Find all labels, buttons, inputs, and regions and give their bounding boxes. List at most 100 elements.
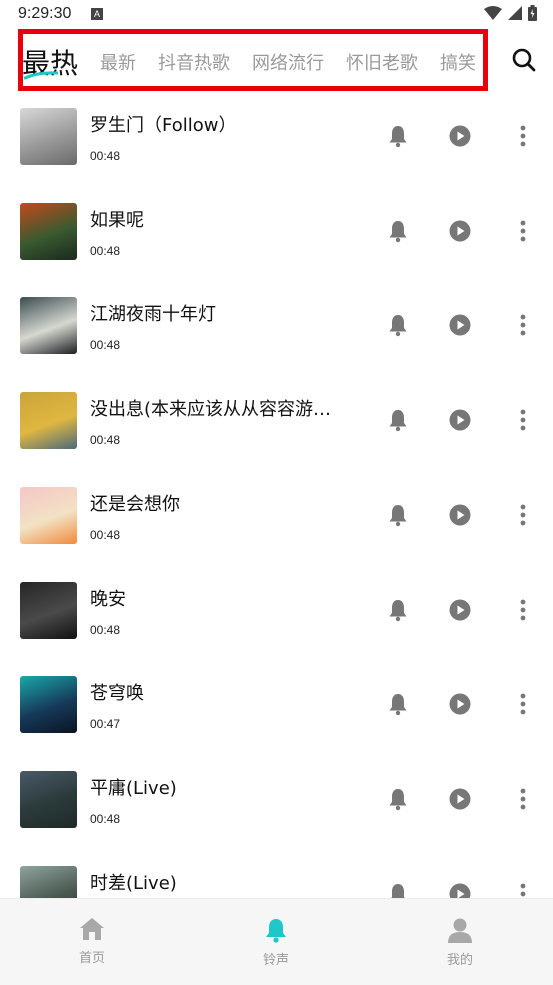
set-ringtone-button[interactable]	[386, 408, 410, 432]
nav-label-home: 首页	[78, 951, 105, 966]
tab-0[interactable]: 最热	[22, 42, 78, 82]
set-ringtone-button[interactable]	[386, 219, 410, 243]
bell-icon	[266, 919, 286, 943]
play-button[interactable]	[449, 693, 471, 715]
play-icon	[449, 504, 471, 526]
bell-icon	[389, 504, 407, 526]
album-cover	[20, 202, 77, 260]
more-options-button[interactable]	[513, 124, 533, 148]
song-duration: 00:48	[90, 433, 121, 448]
play-button[interactable]	[449, 409, 471, 431]
album-cover	[20, 581, 77, 639]
nav-label-ringtone: 铃声	[262, 953, 289, 968]
play-button[interactable]	[449, 788, 471, 810]
set-ringtone-button[interactable]	[386, 692, 410, 716]
list-item[interactable]: 没出息(本来应该从从容容游… 00:48	[0, 372, 553, 466]
set-ringtone-button[interactable]	[386, 598, 410, 622]
nav-item-mine[interactable]: 我的	[410, 917, 510, 968]
search-button[interactable]	[510, 46, 538, 74]
bell-icon	[389, 410, 407, 432]
set-ringtone-button[interactable]	[386, 124, 410, 148]
status-bar: 9:29:30 A	[0, 0, 553, 30]
song-title: 时差(Live)	[90, 872, 177, 894]
song-duration: 00:48	[90, 527, 121, 542]
more-options-button[interactable]	[513, 219, 533, 243]
song-title: 没出息(本来应该从从容容游…	[90, 399, 332, 421]
album-cover	[20, 486, 77, 544]
play-button[interactable]	[449, 220, 471, 242]
tab-5[interactable]: 搞笑	[440, 49, 476, 75]
album-cover	[20, 297, 77, 355]
play-icon	[449, 693, 471, 715]
more-vertical-icon	[520, 409, 526, 431]
more-vertical-icon	[520, 693, 526, 715]
play-button[interactable]	[449, 314, 471, 336]
list-item[interactable]: 平庸(Live) 00:48	[0, 751, 553, 845]
list-item[interactable]: 罗生门（Follow） 00:48	[0, 88, 553, 182]
song-title: 平庸(Live)	[90, 777, 177, 799]
set-ringtone-button[interactable]	[386, 503, 410, 527]
song-title: 还是会想你	[90, 493, 180, 515]
nav-label-mine: 我的	[446, 953, 473, 968]
tab-4[interactable]: 怀旧老歌	[346, 49, 418, 75]
set-ringtone-button[interactable]	[386, 313, 410, 337]
more-vertical-icon	[520, 788, 526, 810]
play-icon	[449, 220, 471, 242]
song-title: 江湖夜雨十年灯	[90, 304, 216, 326]
nav-item-home[interactable]: 首页	[42, 917, 142, 966]
list-item[interactable]: 晚安 00:48	[0, 562, 553, 656]
album-cover	[20, 392, 77, 450]
list-item[interactable]: 还是会想你 00:48	[0, 467, 553, 561]
search-icon	[512, 48, 536, 72]
home-icon	[80, 918, 104, 940]
more-options-button[interactable]	[513, 408, 533, 432]
play-button[interactable]	[449, 599, 471, 621]
more-vertical-icon	[520, 314, 526, 336]
song-title: 罗生门（Follow）	[90, 115, 237, 136]
active-tab-underline	[24, 71, 58, 80]
more-vertical-icon	[520, 220, 526, 242]
song-duration: 00:48	[90, 338, 121, 353]
bell-icon	[389, 788, 407, 811]
song-duration: 00:48	[90, 149, 121, 163]
song-title: 如果呢	[90, 209, 144, 231]
song-title: 苍穹唤	[90, 683, 144, 705]
tab-1[interactable]: 最新	[100, 49, 136, 75]
tab-3[interactable]: 网络流行	[252, 49, 324, 75]
song-title: 晚安	[90, 588, 126, 610]
list-item[interactable]: 江湖夜雨十年灯 00:48	[0, 277, 553, 371]
bell-icon	[389, 126, 407, 148]
bell-icon	[389, 220, 407, 242]
more-vertical-icon	[520, 125, 526, 147]
more-vertical-icon	[520, 599, 526, 620]
notification-icon: A	[91, 8, 103, 20]
bottom-nav: 首页 铃声 我的	[0, 898, 553, 985]
play-icon	[449, 409, 471, 431]
play-icon	[449, 788, 471, 810]
set-ringtone-button[interactable]	[386, 787, 410, 811]
more-options-button[interactable]	[513, 692, 533, 716]
album-cover	[20, 108, 77, 165]
signal-icon	[508, 6, 522, 20]
bell-icon	[389, 694, 407, 716]
status-icons	[484, 5, 537, 21]
list-item[interactable]: 如果呢 00:48	[0, 183, 553, 277]
more-options-button[interactable]	[513, 598, 533, 622]
more-options-button[interactable]	[513, 787, 533, 811]
play-icon	[449, 314, 471, 336]
user-icon	[448, 918, 472, 943]
album-cover	[20, 770, 77, 828]
play-icon	[449, 125, 471, 147]
list-item[interactable]: 苍穹唤 00:47	[0, 656, 553, 750]
nav-item-ringtone[interactable]: 铃声	[226, 917, 326, 968]
song-duration: 00:48	[90, 243, 121, 258]
play-button[interactable]	[449, 504, 471, 526]
tab-2[interactable]: 抖音热歌	[158, 49, 230, 75]
song-duration: 00:48	[90, 622, 121, 637]
more-options-button[interactable]	[513, 503, 533, 527]
wifi-icon	[484, 6, 502, 20]
play-button[interactable]	[449, 125, 471, 147]
status-time: 9:29:30	[18, 5, 72, 22]
more-options-button[interactable]	[513, 313, 533, 337]
play-icon	[449, 599, 471, 620]
